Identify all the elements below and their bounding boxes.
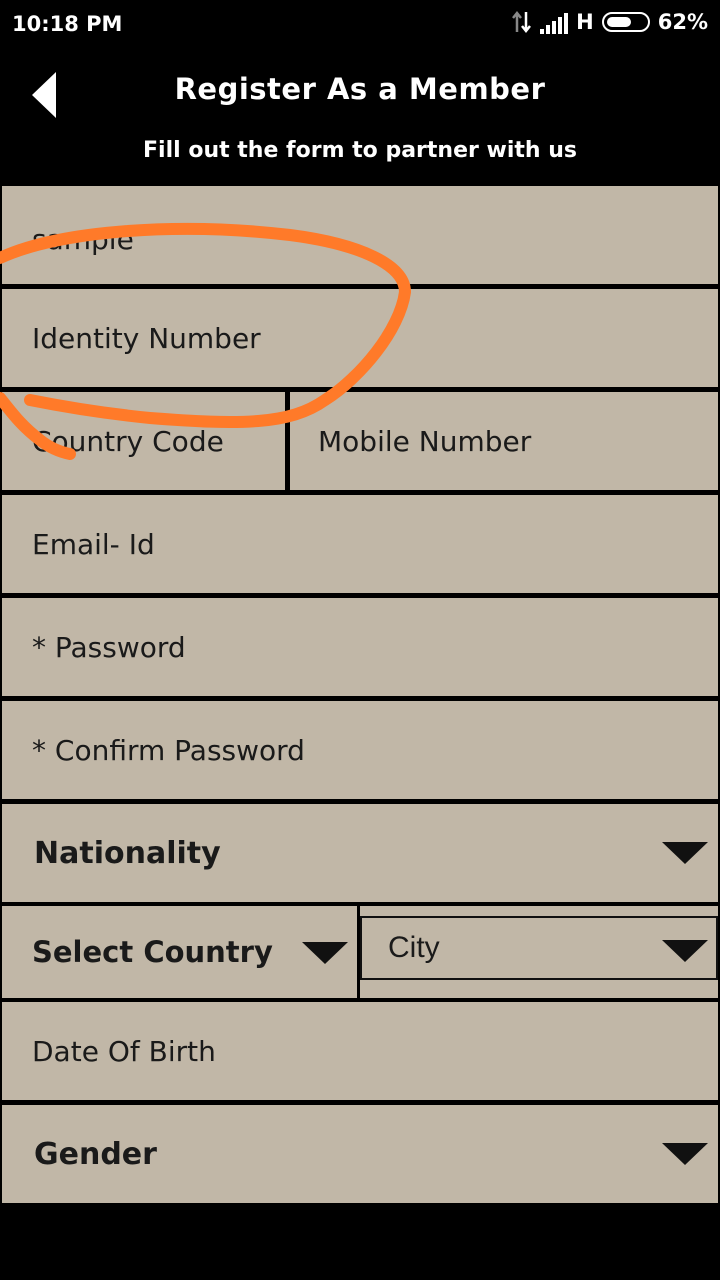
city-dropdown[interactable]: City — [360, 916, 718, 980]
battery-icon — [601, 12, 650, 32]
city-dropdown-container: City — [360, 906, 718, 998]
date-of-birth-input[interactable]: Date Of Birth — [2, 1002, 718, 1100]
confirm-password-input[interactable]: * Confirm Password — [2, 701, 718, 799]
page-subtitle: Fill out the form to partner with us — [143, 138, 577, 163]
password-input[interactable]: * Password — [2, 598, 718, 696]
data-transfer-icon — [512, 10, 532, 34]
chevron-down-icon — [302, 942, 348, 964]
mobile-number-placeholder: Mobile Number — [318, 424, 532, 458]
network-type-label: H — [576, 10, 594, 34]
select-country-dropdown[interactable]: Select Country — [2, 906, 357, 998]
registration-form: sample Identity Number Country Code Mobi… — [0, 184, 720, 1204]
date-of-birth-placeholder: Date Of Birth — [32, 1034, 216, 1068]
name-input[interactable]: sample — [2, 186, 718, 284]
select-country-label: Select Country — [32, 935, 273, 969]
name-input-value: sample — [32, 222, 134, 256]
country-code-placeholder: Country Code — [32, 424, 224, 458]
gender-dropdown[interactable]: Gender — [2, 1105, 718, 1203]
status-time: 10:18 PM — [12, 12, 123, 36]
confirm-password-placeholder: * Confirm Password — [32, 733, 305, 767]
page-title: Register As a Member — [174, 72, 546, 106]
password-placeholder: * Password — [32, 630, 186, 664]
country-code-input[interactable]: Country Code — [2, 392, 285, 490]
chevron-down-icon — [662, 940, 708, 962]
gender-label: Gender — [34, 1136, 157, 1172]
identity-number-input[interactable]: Identity Number — [2, 289, 718, 387]
identity-number-placeholder: Identity Number — [32, 321, 261, 355]
nationality-label: Nationality — [34, 835, 221, 871]
nationality-dropdown[interactable]: Nationality — [2, 804, 718, 902]
status-bar: 10:18 PM H 62% — [0, 0, 720, 52]
chevron-down-icon — [662, 1143, 708, 1165]
registration-screen: 10:18 PM H 62% Register As a Member Fill… — [0, 0, 720, 1280]
signal-strength-icon — [540, 10, 569, 34]
mobile-number-input[interactable]: Mobile Number — [290, 392, 718, 490]
battery-percent: 62% — [657, 10, 708, 34]
status-icons: H 62% — [512, 10, 708, 34]
chevron-down-icon — [662, 842, 708, 864]
city-label: City — [388, 931, 440, 964]
email-placeholder: Email- Id — [32, 527, 155, 561]
battery-fill — [606, 17, 631, 27]
email-input[interactable]: Email- Id — [2, 495, 718, 593]
